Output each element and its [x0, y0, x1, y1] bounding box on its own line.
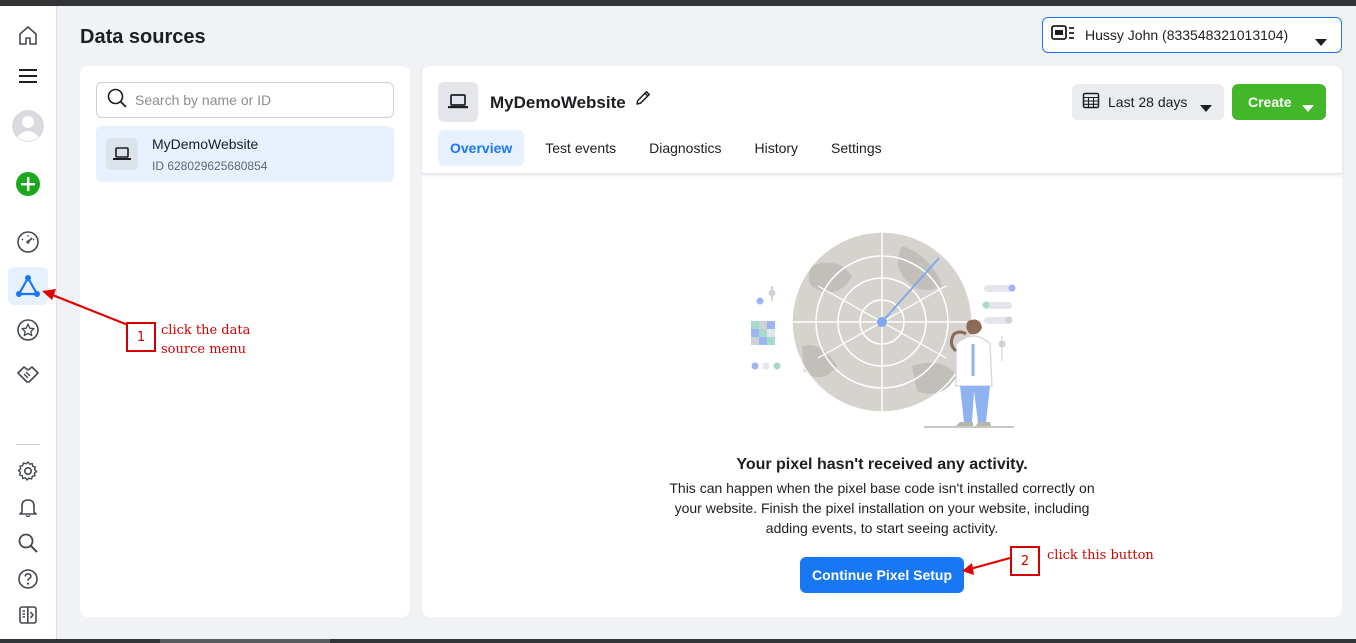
- detail-header: MyDemoWebsite Last 28 days Create Overvi…: [422, 66, 1342, 174]
- tab-diagnostics[interactable]: Diagnostics: [637, 130, 733, 166]
- laptop-icon: [438, 82, 478, 122]
- rail-divider: [16, 444, 40, 445]
- calendar-icon: [1082, 91, 1100, 114]
- tab-history[interactable]: History: [742, 130, 810, 166]
- tab-test-events[interactable]: Test events: [533, 130, 628, 166]
- nav-rail: [0, 6, 57, 639]
- page-title: Data sources: [80, 26, 206, 48]
- home-icon[interactable]: [8, 16, 48, 54]
- create-button[interactable]: Create: [1232, 84, 1326, 120]
- empty-state-title: Your pixel hasn't received any activity.: [736, 456, 1028, 473]
- window-bottom-bar: [0, 639, 1356, 643]
- help-icon[interactable]: [8, 560, 48, 598]
- data-source-name: MyDemoWebsite: [152, 136, 259, 152]
- chevron-down-icon: [1315, 33, 1327, 51]
- annotation-text: click the data source menu: [161, 321, 250, 359]
- search-box[interactable]: [96, 82, 394, 118]
- panel-icon[interactable]: [8, 596, 48, 634]
- detail-tabs: Overview Test events Diagnostics History…: [438, 130, 903, 166]
- tab-settings[interactable]: Settings: [819, 130, 894, 166]
- annotation-text: click this button: [1047, 548, 1154, 563]
- annotation-step-number: 1: [126, 322, 156, 352]
- empty-state-description: This can happen when the pixel base code…: [669, 480, 1095, 536]
- continue-pixel-setup-button[interactable]: Continue Pixel Setup: [800, 557, 964, 593]
- chevron-down-icon: [1200, 99, 1212, 117]
- avatar[interactable]: [8, 107, 48, 145]
- gear-icon[interactable]: [8, 452, 48, 490]
- search-input[interactable]: [135, 92, 375, 108]
- radar-illustration: [742, 226, 1032, 441]
- pencil-icon[interactable]: [634, 89, 652, 112]
- laptop-icon: [106, 138, 138, 170]
- annotation-line: source menu: [161, 342, 246, 357]
- tab-overview[interactable]: Overview: [438, 130, 525, 166]
- create-label: Create: [1248, 94, 1292, 110]
- search-icon[interactable]: [8, 524, 48, 562]
- data-source-id: ID 628029625680854: [152, 159, 268, 173]
- chevron-down-icon: [1302, 99, 1314, 117]
- data-source-detail-panel: MyDemoWebsite Last 28 days Create Overvi…: [422, 66, 1342, 617]
- gauge-icon[interactable]: [8, 223, 48, 261]
- date-range-label: Last 28 days: [1108, 94, 1188, 110]
- data-source-item[interactable]: MyDemoWebsite ID 628029625680854: [96, 126, 394, 182]
- window-top-bar: [0, 0, 1356, 6]
- add-icon[interactable]: [8, 165, 48, 203]
- account-name: Hussy John (833548321013104): [1085, 27, 1289, 43]
- data-sources-icon[interactable]: [8, 267, 48, 305]
- menu-icon[interactable]: [8, 57, 48, 95]
- detail-title: MyDemoWebsite: [490, 93, 626, 112]
- bell-icon[interactable]: [8, 488, 48, 526]
- business-account-icon: [1051, 23, 1075, 48]
- handshake-icon[interactable]: [8, 355, 48, 393]
- annotation-step-number: 2: [1010, 546, 1040, 576]
- date-range-button[interactable]: Last 28 days: [1072, 84, 1224, 120]
- scrollbar-thumb[interactable]: [160, 639, 330, 643]
- search-icon: [107, 88, 127, 113]
- star-icon[interactable]: [8, 311, 48, 349]
- account-select[interactable]: Hussy John (833548321013104): [1042, 17, 1342, 53]
- annotation-line: click the data: [161, 323, 251, 338]
